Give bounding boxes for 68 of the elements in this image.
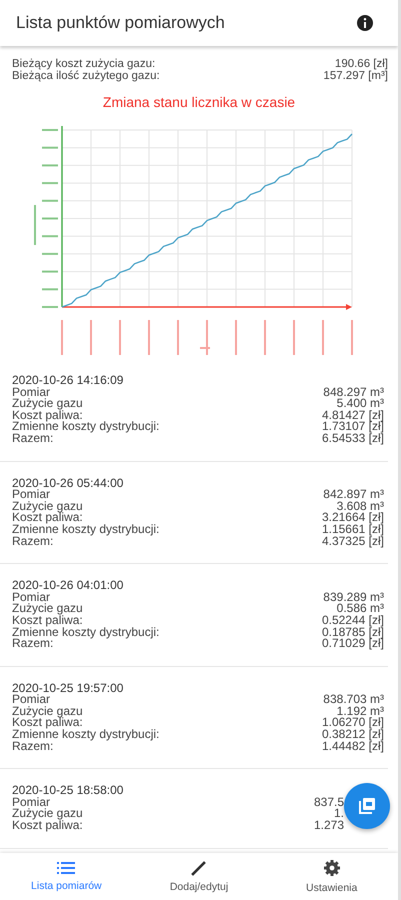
entry-datetime: 2020-10-26 14:16:09	[12, 375, 124, 387]
entry-label: Pomiar	[12, 386, 50, 398]
summary-label: Bieżący koszt zużycia gazu:	[12, 58, 156, 70]
entry-datetime: 2020-10-25 19:57:00	[12, 682, 124, 694]
entry-value: 1.	[334, 808, 344, 820]
summary-value: 190.66 [zł]	[334, 58, 388, 70]
entry-label: Razem:	[12, 638, 54, 650]
summary-label: Bieżąca ilość zużytego gazu:	[12, 70, 160, 82]
entry-label: Zużycie gazu	[12, 706, 83, 718]
x-axis-title-mark	[200, 347, 210, 349]
entry-datetime: 2020-10-26 05:44:00	[12, 478, 124, 490]
entry-value: 0.71029 [zł]	[322, 638, 384, 650]
entry-label: Koszt paliwa:	[12, 512, 83, 524]
entry-value: 837.5	[314, 796, 344, 808]
entry-label: Razem:	[12, 740, 54, 752]
settings-icon	[322, 859, 341, 877]
y-axis-title-mark	[34, 205, 36, 245]
entry-label: Koszt paliwa:	[12, 614, 83, 626]
entry-value: 6.54533 [zł]	[322, 432, 384, 445]
entry-value: 1.06270 [zł]	[322, 717, 384, 730]
nav-tab[interactable]: Dodaj/edytuj	[132, 853, 266, 900]
entry-label: Koszt paliwa:	[12, 820, 83, 832]
layers-icon	[358, 797, 376, 815]
entry-value: 839.289 m³	[323, 592, 384, 604]
entry-value: 0.52244 [zł]	[322, 614, 384, 626]
entry-value: 1.192 m³	[336, 706, 384, 718]
chart-title: Zmiana stanu licznika w czasie	[102, 94, 296, 110]
entry-label: Zmienne koszty dystrybucji:	[12, 729, 160, 741]
entry-label: Zmienne koszty dystrybucji:	[12, 626, 160, 638]
info-icon[interactable]	[356, 14, 374, 32]
entry-value: 848.297 m³	[323, 386, 384, 398]
entry-label: Zużycie gazu	[12, 603, 83, 615]
entry-value: 4.81427 [zł]	[322, 410, 384, 422]
pencil-icon	[191, 860, 207, 876]
entry-label: Pomiar	[12, 694, 50, 706]
entry-label: Koszt paliwa:	[12, 410, 83, 422]
entry-value: 842.897 m³	[323, 489, 384, 501]
entry-value: 1.73107 [zł]	[322, 421, 384, 433]
fab-button[interactable]	[344, 783, 390, 829]
entry-datetime: 2020-10-25 18:58:00	[12, 785, 124, 797]
entry-label: Pomiar	[12, 796, 50, 808]
entry-datetime: 2020-10-26 04:01:00	[12, 580, 124, 592]
entry-label: Zużycie gazu	[12, 808, 83, 820]
nav-tab[interactable]: Lista pomiarów	[0, 853, 133, 900]
entry-value: 0.18785 [zł]	[322, 626, 384, 638]
entry-value: 838.703 m³	[323, 694, 384, 706]
entry-value: 1.273	[314, 820, 344, 832]
entry-label: Zużycie gazu	[12, 398, 83, 410]
entry-value: 3.608 m³	[336, 500, 384, 512]
entry-label: Koszt paliwa:	[12, 717, 83, 730]
entry-label: Pomiar	[12, 592, 50, 604]
app-title: Lista punktów pomiarowych	[16, 13, 225, 33]
entry-value: 4.37325 [zł]	[322, 536, 384, 548]
summary-value: 157.297 [m³]	[323, 70, 388, 82]
entry-label: Razem:	[12, 432, 54, 445]
list-icon	[57, 861, 76, 875]
entry-value: 1.15661 [zł]	[322, 524, 384, 536]
entry-value: 3.21664 [zł]	[322, 512, 384, 524]
entry-value: 5.400 m³	[336, 398, 384, 410]
entry-value: 0.586 m³	[336, 603, 384, 615]
entry-value: 0.38212 [zł]	[322, 729, 384, 741]
entry-label: Zużycie gazu	[12, 500, 83, 512]
entry-label: Razem:	[12, 536, 54, 548]
entry-label: Zmienne koszty dystrybucji:	[12, 421, 160, 433]
nav-tab[interactable]: Ustawienia	[265, 853, 398, 900]
entry-label: Zmienne koszty dystrybucji:	[12, 524, 160, 536]
entry-value: 1.44482 [zł]	[322, 740, 384, 752]
entry-label: Pomiar	[12, 489, 50, 501]
